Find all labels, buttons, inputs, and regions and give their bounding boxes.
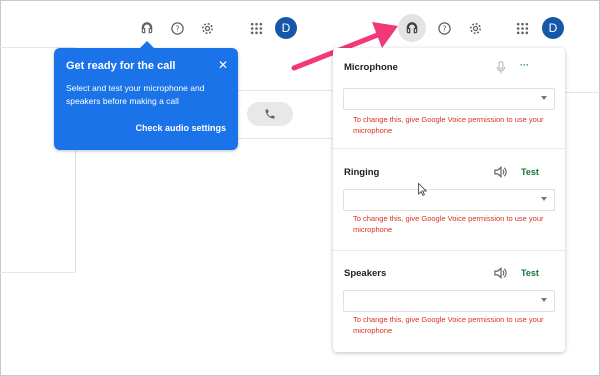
mouse-cursor-icon bbox=[418, 183, 427, 196]
microphone-select[interactable] bbox=[343, 88, 555, 110]
bottom-line bbox=[0, 272, 75, 273]
avatar[interactable]: D bbox=[542, 17, 564, 39]
right-divider bbox=[565, 92, 598, 93]
chevron-down-icon bbox=[541, 197, 547, 201]
microphone-icon bbox=[495, 60, 507, 74]
more-options-icon[interactable]: ··· bbox=[520, 60, 529, 70]
settings-icon[interactable] bbox=[464, 17, 486, 39]
speakers-title: Speakers bbox=[344, 268, 387, 279]
phone-icon bbox=[265, 109, 275, 119]
speakers-select[interactable] bbox=[343, 290, 555, 312]
tooltip-caret bbox=[140, 41, 154, 48]
microphone-permission-error: To change this, give Google Voice permis… bbox=[353, 115, 544, 135]
section-divider bbox=[333, 250, 565, 251]
apps-grid-icon[interactable] bbox=[511, 17, 533, 39]
settings-icon[interactable] bbox=[196, 17, 218, 39]
headset-icon[interactable] bbox=[136, 17, 158, 39]
speaker-volume-icon[interactable] bbox=[493, 165, 507, 179]
headset-icon-active[interactable] bbox=[401, 17, 423, 39]
left-column-line bbox=[75, 150, 76, 272]
help-icon[interactable]: ? bbox=[166, 17, 188, 39]
apps-grid-icon[interactable] bbox=[245, 17, 267, 39]
content-divider bbox=[238, 90, 333, 91]
call-button[interactable] bbox=[247, 102, 293, 126]
tooltip-body: Select and test your microphone and spea… bbox=[66, 83, 205, 106]
speaker-volume-icon[interactable] bbox=[493, 266, 507, 280]
chevron-down-icon bbox=[541, 96, 547, 100]
svg-text:?: ? bbox=[442, 24, 446, 33]
ringing-title: Ringing bbox=[344, 167, 380, 178]
section-divider bbox=[333, 148, 565, 149]
tooltip-title: Get ready for the call bbox=[66, 60, 176, 72]
help-icon[interactable]: ? bbox=[433, 17, 455, 39]
close-icon[interactable]: ✕ bbox=[218, 58, 228, 72]
ringing-test-button[interactable]: Test bbox=[521, 167, 539, 177]
speakers-test-button[interactable]: Test bbox=[521, 268, 539, 278]
speakers-permission-error: To change this, give Google Voice permis… bbox=[353, 315, 544, 335]
get-ready-tooltip: Get ready for the call ✕ Select and test… bbox=[54, 41, 238, 150]
audio-settings-panel: Microphone ··· To change this, give Goog… bbox=[333, 48, 565, 352]
ringing-permission-error: To change this, give Google Voice permis… bbox=[353, 214, 544, 234]
check-audio-settings-link[interactable]: Check audio settings bbox=[135, 123, 226, 133]
ringing-select[interactable] bbox=[343, 189, 555, 211]
chevron-down-icon bbox=[541, 298, 547, 302]
microphone-title: Microphone bbox=[344, 62, 398, 73]
svg-text:?: ? bbox=[175, 24, 179, 33]
